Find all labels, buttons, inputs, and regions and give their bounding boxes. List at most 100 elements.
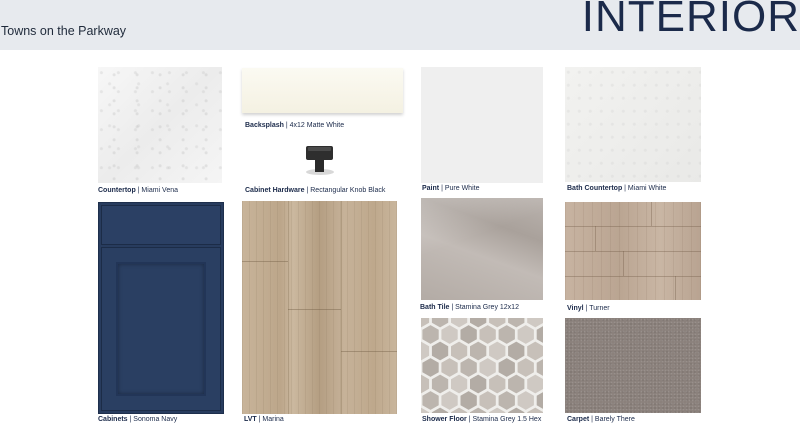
countertop-value: | Miami Vena	[137, 187, 179, 194]
bath-countertop-name: Bath Countertop	[567, 185, 623, 192]
hex-tile	[489, 341, 506, 361]
paint-label: Paint | Pure White	[422, 185, 479, 192]
hex-tile	[498, 358, 515, 377]
hex-tile	[517, 391, 534, 410]
bath-tile-name: Bath Tile	[420, 304, 450, 311]
hex-tile	[451, 374, 468, 394]
hex-tile	[508, 374, 525, 394]
hex-tile	[431, 341, 449, 361]
hex-tile	[460, 391, 477, 410]
backsplash-label: Backsplash | 4x12 Matte White	[245, 122, 344, 129]
hex-tile	[460, 358, 477, 377]
hex-tile	[479, 391, 496, 410]
lvt-value: | Marina	[258, 416, 284, 423]
hex-tile	[527, 374, 543, 394]
hex-tile	[536, 326, 543, 343]
carpet-value: | Barely There	[591, 416, 635, 423]
hex-tile-pattern	[421, 318, 543, 413]
cabinet-door	[101, 247, 221, 411]
shower-floor-name: Shower Floor	[422, 416, 467, 423]
hex-tile	[470, 341, 487, 361]
countertop-name: Countertop	[98, 187, 136, 194]
cabinets-label: Cabinets | Sonoma Navy	[98, 416, 177, 423]
page-title: INTERIOR	[581, 0, 800, 41]
bath-tile-swatch	[421, 198, 543, 300]
lvt-plank-edge	[288, 201, 289, 414]
shower-floor-value: | Stamina Grey 1.5 Hex	[468, 416, 542, 423]
hex-tile	[517, 358, 534, 377]
lvt-swatch	[242, 201, 397, 414]
vinyl-plank-joint	[675, 276, 676, 300]
hex-tile	[498, 325, 515, 344]
hex-tile	[527, 318, 543, 328]
hex-tile	[451, 407, 468, 413]
vinyl-name: Vinyl	[567, 305, 584, 312]
countertop-swatch	[98, 67, 222, 183]
cabinets-value: | Sonoma Navy	[129, 416, 178, 423]
hex-tile	[479, 358, 496, 377]
lvt-plank-seam	[288, 309, 341, 310]
project-name: Towns on the Parkway	[1, 24, 127, 38]
vinyl-plank-joint	[651, 202, 652, 226]
carpet-name: Carpet	[567, 416, 590, 423]
vinyl-plank-row	[565, 251, 701, 252]
shower-floor-label: Shower Floor | Stamina Grey 1.5 Hex	[422, 416, 541, 423]
cabinets-name: Cabinets	[98, 416, 128, 423]
lvt-plank-seam	[341, 351, 397, 352]
hex-tile	[422, 358, 439, 377]
hex-tile	[508, 407, 525, 413]
paint-name: Paint	[422, 185, 440, 192]
shower-floor-swatch	[421, 318, 543, 413]
bath-tile-label: Bath Tile | Stamina Grey 12x12	[420, 304, 519, 311]
lvt-name: LVT	[244, 416, 257, 423]
bath-countertop-value: | Miami White	[624, 185, 667, 192]
lvt-plank-seam	[242, 261, 288, 262]
bath-countertop-swatch	[565, 67, 701, 182]
hex-tile	[431, 407, 449, 413]
backsplash-value: | 4x12 Matte White	[285, 122, 345, 129]
hex-tile	[536, 359, 543, 376]
hex-tile	[498, 391, 515, 410]
hex-tile	[441, 391, 458, 410]
hex-tile	[421, 341, 430, 361]
cabinets-swatch	[98, 202, 224, 414]
countertop-label: Countertop | Miami Vena	[98, 187, 178, 194]
carpet-swatch	[565, 318, 701, 413]
hex-tile	[422, 391, 439, 410]
vinyl-value: | Turner	[585, 305, 610, 312]
vinyl-plank-joint	[623, 251, 624, 276]
hex-tile	[489, 374, 506, 394]
hex-tile	[527, 407, 543, 413]
hex-tile	[422, 325, 439, 344]
hex-tile	[479, 325, 496, 344]
hex-tile	[421, 374, 430, 394]
lvt-plank-edge	[341, 201, 342, 414]
hex-tile	[536, 392, 543, 409]
vinyl-plank-row	[565, 226, 701, 227]
hex-tile	[470, 318, 487, 328]
hex-tile	[508, 341, 525, 361]
bath-countertop-label: Bath Countertop | Miami White	[567, 185, 666, 192]
hex-tile	[470, 374, 487, 394]
hex-tile	[489, 407, 506, 413]
hex-tile	[527, 341, 543, 361]
hex-tile	[441, 358, 458, 377]
hardware-value: | Rectangular Knob Black	[306, 187, 386, 194]
hex-tile	[517, 325, 534, 344]
hardware-name: Cabinet Hardware	[245, 187, 305, 194]
paint-swatch	[421, 67, 543, 183]
vinyl-swatch	[565, 202, 701, 300]
paint-value: | Pure White	[441, 185, 480, 192]
bath-tile-value: | Stamina Grey 12x12	[451, 304, 519, 311]
hex-tile	[421, 407, 430, 413]
lvt-label: LVT | Marina	[244, 416, 284, 423]
backsplash-name: Backsplash	[245, 122, 284, 129]
hex-tile	[489, 318, 506, 328]
hex-tile	[508, 318, 525, 328]
cabinet-drawer-front	[101, 205, 221, 245]
hex-tile	[431, 374, 449, 394]
backsplash-swatch	[242, 68, 403, 113]
vinyl-plank-joint	[595, 226, 596, 251]
hex-tile	[451, 318, 468, 328]
hex-tile	[470, 407, 487, 413]
